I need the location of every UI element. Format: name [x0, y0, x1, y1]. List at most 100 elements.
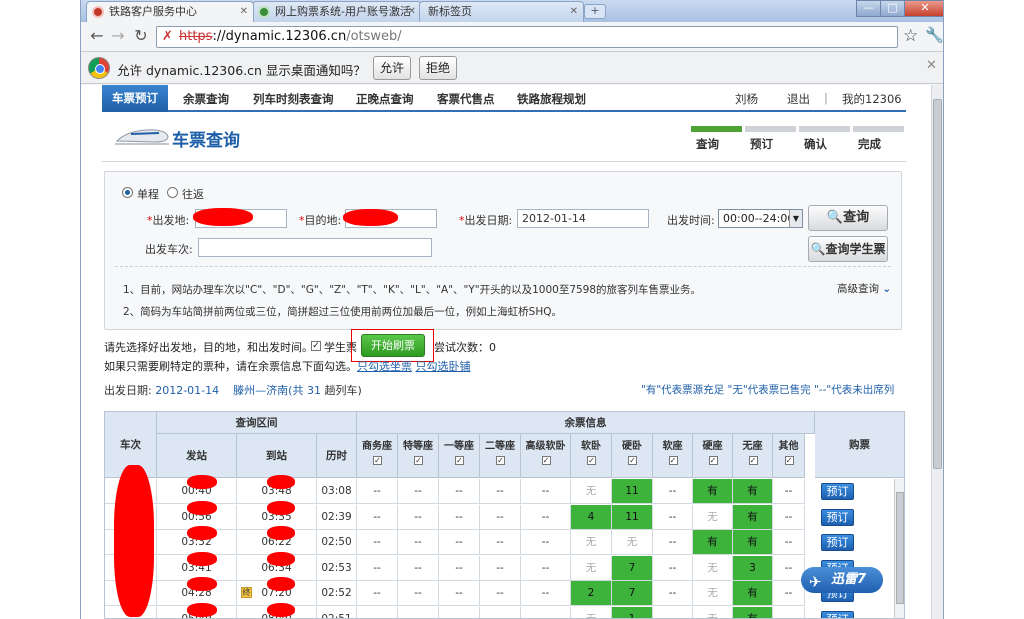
- seat-count: --: [439, 504, 480, 530]
- seat-filter-checkbox[interactable]: ✓: [628, 455, 637, 465]
- seat-header[interactable]: 高级软卧 ✓: [521, 434, 571, 478]
- infobar-close-icon[interactable]: ✕: [926, 58, 937, 73]
- table-scrollbar[interactable]: [894, 479, 904, 618]
- seat-header[interactable]: 商务座 ✓: [357, 434, 398, 478]
- page-scrollbar[interactable]: [931, 85, 943, 619]
- tip-select: 请先选择好出发地，目的地，和出发时间。: [104, 341, 313, 354]
- seat-filter-checkbox[interactable]: ✓: [668, 455, 678, 465]
- note-2: 2、简码为车站简拼前两位或三位，简拼超过三位使用前两位加最后一位，例如上海虹桥S…: [123, 306, 563, 318]
- railway-favicon-icon: [92, 6, 104, 18]
- deny-button[interactable]: 拒绝: [419, 56, 458, 80]
- seat-filter-checkbox[interactable]: ✓: [373, 455, 382, 465]
- user-name[interactable]: 刘杨: [735, 91, 758, 107]
- radio-roundtrip[interactable]: [167, 187, 178, 198]
- student-search-label: 查询学生票: [825, 242, 886, 256]
- seat-count: 无: [571, 606, 612, 618]
- book-button[interactable]: 预订: [821, 483, 854, 500]
- duration: 02:52: [317, 581, 357, 606]
- seat-header[interactable]: 软座 ✓: [653, 434, 693, 478]
- maximize-button[interactable]: □: [880, 0, 905, 17]
- page-content: 车票预订 余票查询 列车时刻表查询 正晚点查询 客票代售点 铁路旅程规划 刘杨 …: [81, 85, 931, 619]
- seat-filter-checkbox[interactable]: ✓: [541, 455, 551, 465]
- only-seat-link[interactable]: 只勾选坐票: [357, 360, 412, 373]
- result-date-label: 出发日期:: [104, 384, 152, 397]
- nav-item-agents[interactable]: 客票代售点: [437, 91, 495, 107]
- page-scrollbar-thumb[interactable]: [933, 99, 942, 469]
- forward-icon[interactable]: →: [108, 27, 128, 47]
- nav-item-planner[interactable]: 铁路旅程规划: [517, 91, 586, 107]
- only-sleeper-link[interactable]: 只勾选卧铺: [416, 360, 471, 373]
- redaction-mark: [187, 475, 217, 489]
- browser-window: 铁路客户服务中心 ✕ 网上购票系统-用户账号激活 ✕ 新标签页 ✕ + — □ …: [80, 0, 944, 619]
- tip-filter: 如果只需要刷特定的票种，请在余票信息下面勾选。只勾选坐票 只勾选卧铺: [104, 358, 471, 374]
- chrome-logo-icon: [88, 57, 110, 79]
- close-window-button[interactable]: ✕: [904, 0, 943, 17]
- to-label: *目的地:: [299, 214, 342, 227]
- header-section: 查询区间: [157, 412, 357, 434]
- student-checkbox[interactable]: ✓: [311, 341, 321, 351]
- allow-button[interactable]: 允许: [373, 56, 412, 80]
- book-button[interactable]: 预订: [821, 610, 854, 618]
- duration: 02:51: [317, 606, 357, 618]
- bookmark-star-icon[interactable]: ☆: [903, 26, 918, 46]
- reload-icon[interactable]: ↻: [131, 27, 151, 47]
- xunlei-float-widget[interactable]: ✈ 迅雷7: [801, 567, 883, 593]
- redaction-mark: [267, 475, 295, 489]
- seat-filter-checkbox[interactable]: ✓: [748, 455, 758, 465]
- seat-header[interactable]: 无座 ✓: [733, 434, 773, 478]
- book-button[interactable]: 预订: [821, 508, 854, 526]
- tab-close-icon[interactable]: ✕: [570, 2, 578, 22]
- table-scrollbar-thumb[interactable]: [896, 492, 904, 604]
- tab-railway[interactable]: 铁路客户服务中心 ✕: [86, 1, 254, 22]
- nav-item-remaining[interactable]: 余票查询: [183, 91, 229, 107]
- browser-toolbar: ← → ↻ ✗ https://dynamic.12306.cn/otsweb/…: [81, 22, 943, 52]
- book-button[interactable]: 预订: [821, 534, 854, 551]
- wrench-menu-icon[interactable]: 🔧: [925, 26, 943, 44]
- attempt-count: 尝试次数：0: [434, 341, 496, 354]
- seat-filter-checkbox[interactable]: ✓: [455, 455, 464, 465]
- time-select[interactable]: 00:00--24:00 ▼: [718, 209, 803, 228]
- seat-header[interactable]: 硬座 ✓: [693, 434, 733, 478]
- minimize-button[interactable]: —: [856, 0, 881, 17]
- tab-close-icon[interactable]: ✕: [240, 2, 248, 22]
- seat-count: 有: [733, 530, 773, 555]
- seat-count: 有: [733, 606, 773, 618]
- seat-header[interactable]: 硬卧 ✓: [612, 434, 653, 478]
- seat-filter-checkbox[interactable]: ✓: [784, 455, 794, 465]
- logout-link[interactable]: 退出: [787, 91, 810, 107]
- student-search-button[interactable]: 🔍查询学生票: [808, 236, 888, 262]
- seat-count: --: [398, 479, 439, 504]
- tab-newtab[interactable]: 新标签页 ✕: [419, 1, 584, 22]
- back-icon[interactable]: ←: [87, 27, 107, 47]
- tab-close-icon[interactable]: ✕: [408, 2, 416, 22]
- seat-filter-checkbox[interactable]: ✓: [587, 455, 596, 465]
- start-refresh-button[interactable]: 开始刷票: [361, 334, 425, 357]
- nav-item-book[interactable]: 车票预订: [102, 85, 168, 112]
- date-label: *出发日期:: [459, 214, 513, 227]
- train-number-input[interactable]: [198, 238, 432, 257]
- seat-header[interactable]: 特等座 ✓: [398, 434, 439, 478]
- chevron-down-icon: ▼: [789, 210, 802, 227]
- redaction-mark: [267, 551, 295, 566]
- radio-oneway[interactable]: [122, 187, 133, 198]
- seat-header[interactable]: 软卧 ✓: [571, 434, 612, 478]
- step-label-done: 完成: [858, 137, 881, 151]
- seat-filter-checkbox[interactable]: ✓: [708, 455, 718, 465]
- my-12306-link[interactable]: 我的12306: [842, 91, 902, 107]
- seat-header-label: 二等座: [485, 441, 515, 452]
- seat-header[interactable]: 一等座 ✓: [439, 434, 480, 478]
- seat-count: 有: [733, 504, 773, 530]
- new-tab-button[interactable]: +: [584, 4, 606, 19]
- nav-item-delay[interactable]: 正晚点查询: [356, 91, 414, 107]
- date-input[interactable]: 2012-01-14: [517, 209, 649, 228]
- tab-activation[interactable]: 网上购票系统-用户账号激活 ✕: [252, 1, 422, 22]
- seat-filter-checkbox[interactable]: ✓: [414, 455, 423, 465]
- nav-item-timetable[interactable]: 列车时刻表查询: [253, 91, 334, 107]
- divider: [115, 266, 891, 267]
- seat-header[interactable]: 其他 ✓: [773, 434, 805, 478]
- seat-header[interactable]: 二等座 ✓: [480, 434, 521, 478]
- address-bar[interactable]: ✗ https://dynamic.12306.cn/otsweb/: [156, 26, 898, 48]
- search-button[interactable]: 🔍查询: [808, 205, 888, 231]
- advanced-search-link[interactable]: 高级查询 ⌄: [837, 281, 891, 296]
- seat-filter-checkbox[interactable]: ✓: [496, 455, 505, 465]
